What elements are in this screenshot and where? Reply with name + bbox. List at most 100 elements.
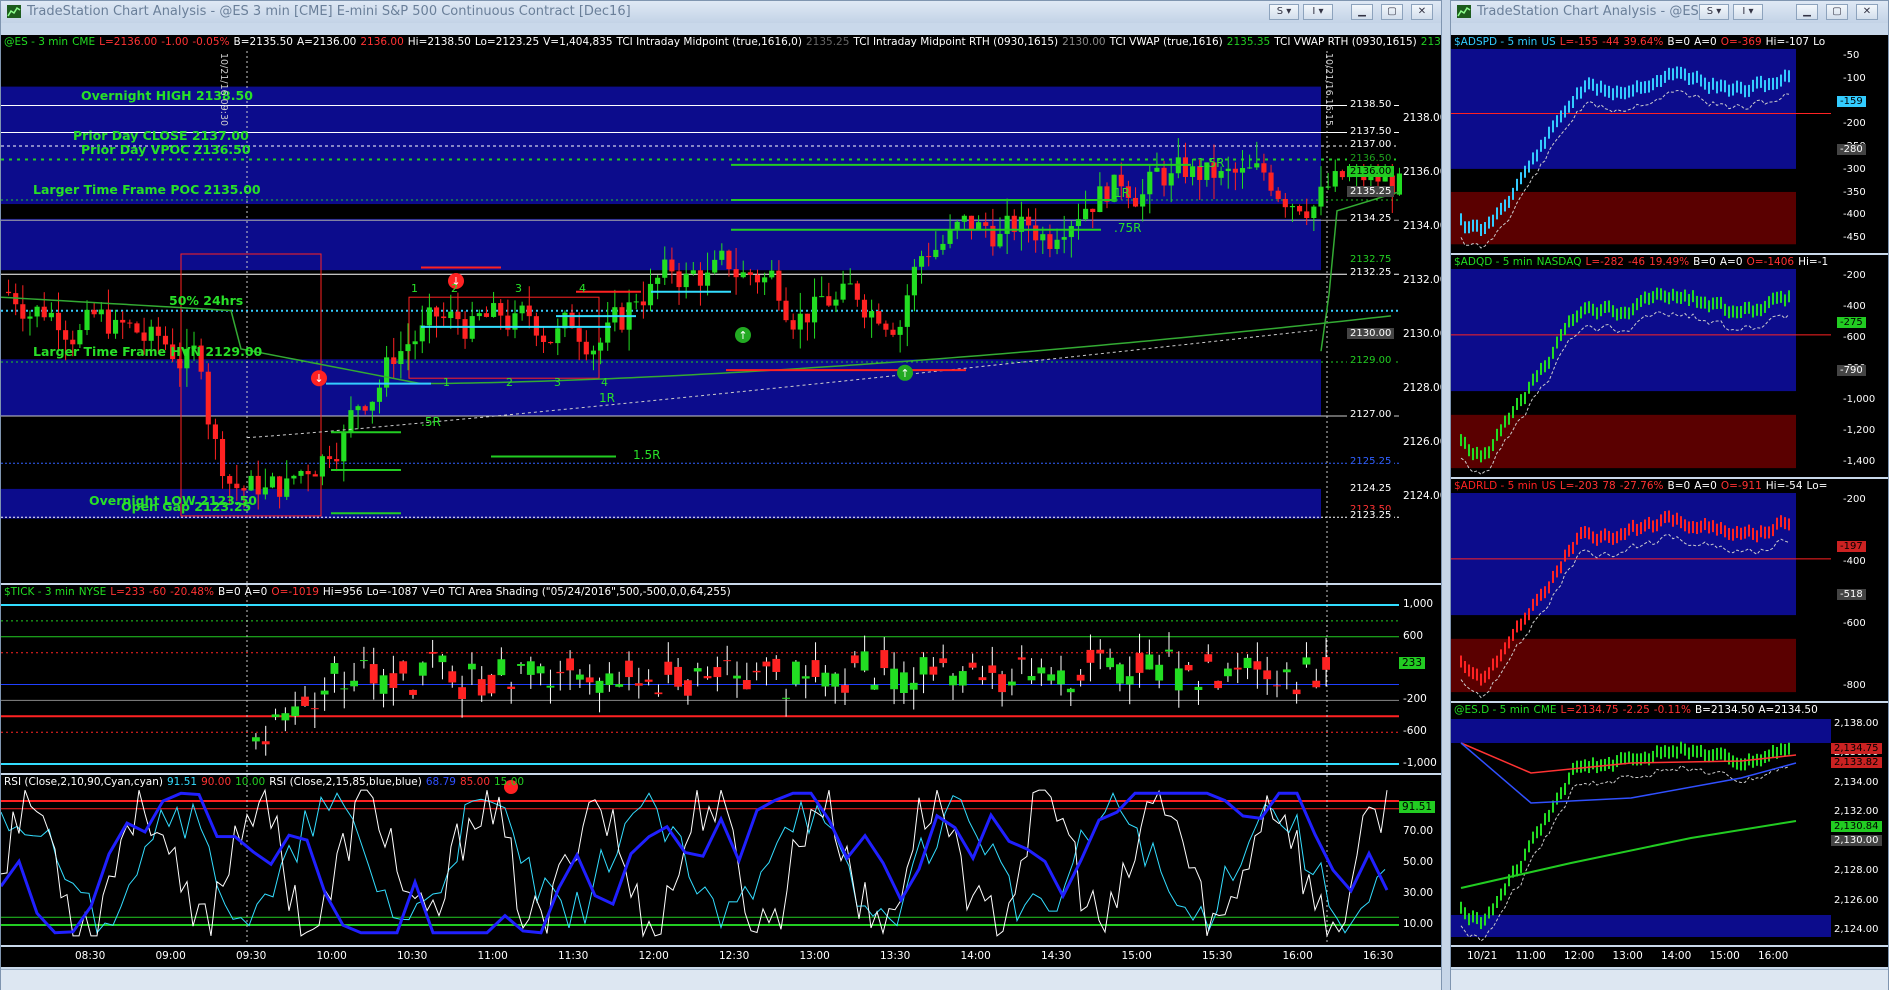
side-tag-2-0: -197 — [1837, 541, 1866, 553]
tick-candle — [556, 671, 565, 674]
price-candle — [1190, 166, 1196, 177]
side-tick-3-5: 2,128.00 — [1834, 865, 1879, 877]
price-candle — [1275, 190, 1281, 199]
tick-candle — [860, 651, 869, 671]
tick-candle — [772, 658, 781, 672]
price-candle — [227, 476, 233, 484]
tick-candle — [1017, 657, 1026, 660]
side-interval-link-button[interactable]: I ▾ — [1733, 4, 1763, 20]
price-candle — [269, 476, 276, 488]
tick-candle — [497, 659, 506, 676]
price-candle — [498, 303, 504, 316]
price-candle — [241, 488, 247, 491]
tick-chart-canvas[interactable] — [1, 585, 1441, 773]
interval-link-button[interactable]: I ▾ — [1303, 4, 1333, 20]
price-candle — [697, 270, 703, 286]
side-panel-1[interactable]: $ADQD - 5 min NASDAQ L=-282 -46 19.49% B=0 A=0… — [1451, 255, 1888, 477]
price-candle — [519, 305, 525, 314]
price-candle — [1075, 219, 1082, 227]
tick-candle — [458, 687, 466, 699]
count-label-6: 3 — [554, 376, 561, 390]
study-midpoint-rth-value: 2130.00 — [1062, 36, 1106, 48]
price-candle — [1268, 172, 1274, 191]
tick-change-pct: -20.48% — [170, 586, 214, 598]
tick-candle — [821, 672, 830, 687]
price-chart-panel[interactable]: ↓ ↓ ↑ ↑ @ES - 3 min CME L=2136.00 -1.00 -0.05% B… — [1, 35, 1441, 583]
time-tick-13: 15:00 — [1121, 950, 1152, 962]
price-candle — [433, 307, 440, 317]
maximize-button[interactable]: ▢ — [1381, 4, 1403, 20]
rsi-slow-study: RSI (Close,2,15,85,blue,blue) — [269, 776, 422, 788]
symbol-link-button[interactable]: S ▾ — [1269, 4, 1299, 20]
price-candle — [155, 326, 161, 336]
study-vwap-value: 2135.35 — [1226, 36, 1271, 48]
side-panel-3[interactable]: @ES.D - 5 min CME L=2134.75 -2.25 -0.11% B=21… — [1451, 703, 1888, 945]
side-title-bar[interactable]: TradeStation Chart Analysis - @ES.D ... … — [1451, 1, 1888, 23]
side-legend-change_pct: 39.64% — [1623, 36, 1664, 48]
tick-chart-panel[interactable]: $TICK - 3 min NYSE L=233 -60 -20.48% B=0 A=0 O=… — [1, 585, 1441, 773]
price-candle — [1218, 171, 1224, 178]
price-tag-8: 2132.25 — [1347, 267, 1395, 279]
price-candle — [448, 311, 454, 319]
side-panel-canvas-2[interactable] — [1451, 479, 1888, 701]
tick-candle — [310, 708, 319, 710]
side-symbol-link-button[interactable]: S ▾ — [1699, 4, 1729, 20]
price-candle — [1232, 168, 1238, 173]
price-candle — [733, 269, 739, 278]
price-last: L=2136.00 — [99, 36, 158, 48]
side-panel-canvas-0[interactable] — [1451, 35, 1888, 253]
price-tick-6: 2126.00 — [1403, 436, 1441, 448]
tick-candle — [801, 676, 810, 679]
side-panel-0[interactable]: $ADSPD - 5 min US L=-155 -44 39.64% B=0 A=0 O=-… — [1451, 35, 1888, 253]
level-label-2: Prior Day VPOC 2136.50 — [81, 141, 251, 157]
price-candle — [883, 323, 889, 330]
side-tick-0-6: -350 — [1843, 186, 1866, 198]
side-panel-canvas-1[interactable] — [1451, 255, 1888, 477]
side-tag-1-0: -275 — [1837, 317, 1866, 329]
side-legend-change: -46 — [1627, 256, 1646, 268]
close-button[interactable]: ✕ — [1411, 4, 1433, 20]
side-panel-2[interactable]: $ADRLD - 5 min US L=-203 78 -27.76% B=0 A=0 O=-… — [1451, 479, 1888, 701]
main-title-bar[interactable]: TradeStation Chart Analysis - @ES 3 min … — [1, 1, 1441, 23]
side-maximize-button[interactable]: ▢ — [1826, 4, 1848, 20]
side-panel-canvas-3[interactable] — [1451, 703, 1888, 945]
price-candle — [1132, 197, 1139, 207]
price-candle — [583, 341, 589, 355]
tick-candle — [389, 673, 398, 688]
maximize-icon: ▢ — [1832, 6, 1842, 17]
tick-candle — [320, 690, 329, 695]
price-candle — [897, 326, 903, 335]
minimize-button[interactable]: ▁ — [1351, 4, 1373, 20]
price-candle — [1239, 168, 1246, 173]
rsi-chart-panel[interactable]: RSI (Close,2,10,90,Cyan,cyan) 91.51 90.00 1… — [1, 775, 1441, 945]
rsi-axis-label-0: 70.00 — [1403, 825, 1434, 837]
price-candle — [726, 250, 732, 270]
price-candle — [334, 459, 340, 462]
minimize-icon: ▁ — [1803, 6, 1811, 17]
side-legend-open: O=-369 — [1720, 36, 1762, 48]
tick-candle — [1243, 657, 1252, 669]
price-candle — [212, 424, 218, 439]
target-label-3: 1R — [599, 390, 615, 405]
side-minimize-button[interactable]: ▁ — [1796, 4, 1818, 20]
price-change: -1.00 — [161, 36, 189, 48]
price-candle — [312, 474, 318, 477]
side-horizontal-scrollbar[interactable] — [1451, 969, 1888, 990]
side-legend-3: @ES.D - 5 min CME L=2134.75 -2.25 -0.11% B=21… — [1454, 704, 1822, 716]
side-tag-2-1: -518 — [1837, 589, 1866, 601]
price-ask: A=2136.00 — [296, 36, 357, 48]
main-horizontal-scrollbar[interactable] — [1, 969, 1441, 990]
price-candle — [890, 329, 896, 335]
side-time-tick-0: 10/21 — [1467, 950, 1498, 962]
price-candle — [1054, 239, 1060, 249]
tick-candle — [1263, 670, 1272, 680]
tick-candle — [1116, 664, 1124, 684]
price-candle — [1168, 173, 1174, 186]
price-candle — [954, 221, 960, 230]
rsi-chart-canvas[interactable] — [1, 775, 1441, 945]
side-tick-0-0: -50 — [1843, 50, 1860, 61]
tick-candle — [1322, 657, 1330, 670]
side-close-button[interactable]: ✕ — [1856, 4, 1878, 20]
tick-last: L=233 — [110, 586, 145, 598]
side-legend-symbol: $ADRLD - 5 min — [1454, 480, 1538, 492]
